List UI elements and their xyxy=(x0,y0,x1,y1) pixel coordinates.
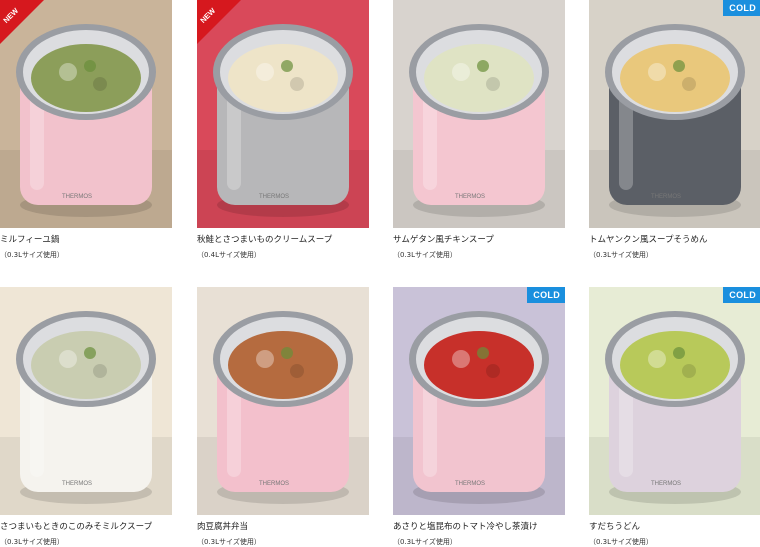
recipe-title[interactable]: すだちうどん xyxy=(589,522,760,533)
cold-badge: COLD xyxy=(723,287,760,303)
recipe-card[interactable]: THERMOS NEW ミルフィーユ鍋 （0.3Lサイズ使用） xyxy=(0,0,172,260)
food-jar-image: THERMOS xyxy=(197,287,369,515)
recipe-photo[interactable]: THERMOS COLD xyxy=(393,287,565,515)
jar-size-note: （0.3Lサイズ使用） xyxy=(393,538,457,546)
svg-text:THERMOS: THERMOS xyxy=(651,481,681,487)
recipe-photo[interactable]: THERMOS COLD xyxy=(589,287,760,515)
jar-size-note: （0.3Lサイズ使用） xyxy=(0,251,64,259)
svg-text:THERMOS: THERMOS xyxy=(259,481,289,487)
recipe-title[interactable]: あさりと塩昆布のトマト冷やし茶漬け xyxy=(393,522,565,533)
jar-size-note: （0.4Lサイズ使用） xyxy=(197,251,261,259)
recipe-card[interactable]: THERMOS NEW 秋鮭とさつまいものクリームスープ （0.4Lサイズ使用） xyxy=(197,0,369,260)
recipe-title[interactable]: 肉豆腐丼弁当 xyxy=(197,522,369,533)
recipe-title[interactable]: トムヤンクン風スープそうめん xyxy=(589,235,760,246)
food-jar-image: THERMOS xyxy=(589,0,760,228)
recipe-card[interactable]: THERMOS COLD すだちうどん （0.3Lサイズ使用） xyxy=(589,287,760,547)
new-badge: NEW xyxy=(197,0,241,44)
recipe-photo[interactable]: THERMOS xyxy=(393,0,565,228)
food-jar-image: THERMOS xyxy=(393,287,565,515)
jar-size-note: （0.3Lサイズ使用） xyxy=(393,251,457,259)
recipe-title[interactable]: 秋鮭とさつまいものクリームスープ xyxy=(197,235,369,246)
jar-size-note: （0.3Lサイズ使用） xyxy=(0,538,64,546)
svg-text:THERMOS: THERMOS xyxy=(62,194,92,200)
svg-text:THERMOS: THERMOS xyxy=(259,194,289,200)
recipe-photo[interactable]: THERMOS xyxy=(0,287,172,515)
cold-badge: COLD xyxy=(527,287,565,303)
recipe-title[interactable]: ミルフィーユ鍋 xyxy=(0,235,172,246)
svg-text:THERMOS: THERMOS xyxy=(651,194,681,200)
jar-size-note: （0.3Lサイズ使用） xyxy=(197,538,261,546)
svg-text:THERMOS: THERMOS xyxy=(455,194,485,200)
recipe-photo[interactable]: THERMOS xyxy=(197,287,369,515)
jar-size-note: （0.3Lサイズ使用） xyxy=(589,538,653,546)
food-jar-image: THERMOS xyxy=(393,0,565,228)
recipe-card[interactable]: THERMOS COLD あさりと塩昆布のトマト冷やし茶漬け （0.3Lサイズ使用） xyxy=(393,287,565,547)
food-jar-image: THERMOS xyxy=(589,287,760,515)
cold-badge: COLD xyxy=(723,0,760,16)
new-badge: NEW xyxy=(0,0,44,44)
jar-size-note: （0.3Lサイズ使用） xyxy=(589,251,653,259)
food-jar-image: THERMOS xyxy=(0,287,172,515)
recipe-title[interactable]: サムゲタン風チキンスープ xyxy=(393,235,565,246)
svg-text:THERMOS: THERMOS xyxy=(455,481,485,487)
svg-text:THERMOS: THERMOS xyxy=(62,481,92,487)
recipe-photo[interactable]: THERMOS NEW xyxy=(0,0,172,228)
recipe-card[interactable]: THERMOS COLD トムヤンクン風スープそうめん （0.3Lサイズ使用） xyxy=(589,0,760,260)
recipe-card[interactable]: THERMOS さつまいもときのこのみそミルクスープ （0.3Lサイズ使用） xyxy=(0,287,172,547)
recipe-title[interactable]: さつまいもときのこのみそミルクスープ xyxy=(0,522,172,533)
recipe-card[interactable]: THERMOS サムゲタン風チキンスープ （0.3Lサイズ使用） xyxy=(393,0,565,260)
recipe-photo[interactable]: THERMOS COLD xyxy=(589,0,760,228)
recipe-photo[interactable]: THERMOS NEW xyxy=(197,0,369,228)
recipe-card[interactable]: THERMOS 肉豆腐丼弁当 （0.3Lサイズ使用） xyxy=(197,287,369,547)
